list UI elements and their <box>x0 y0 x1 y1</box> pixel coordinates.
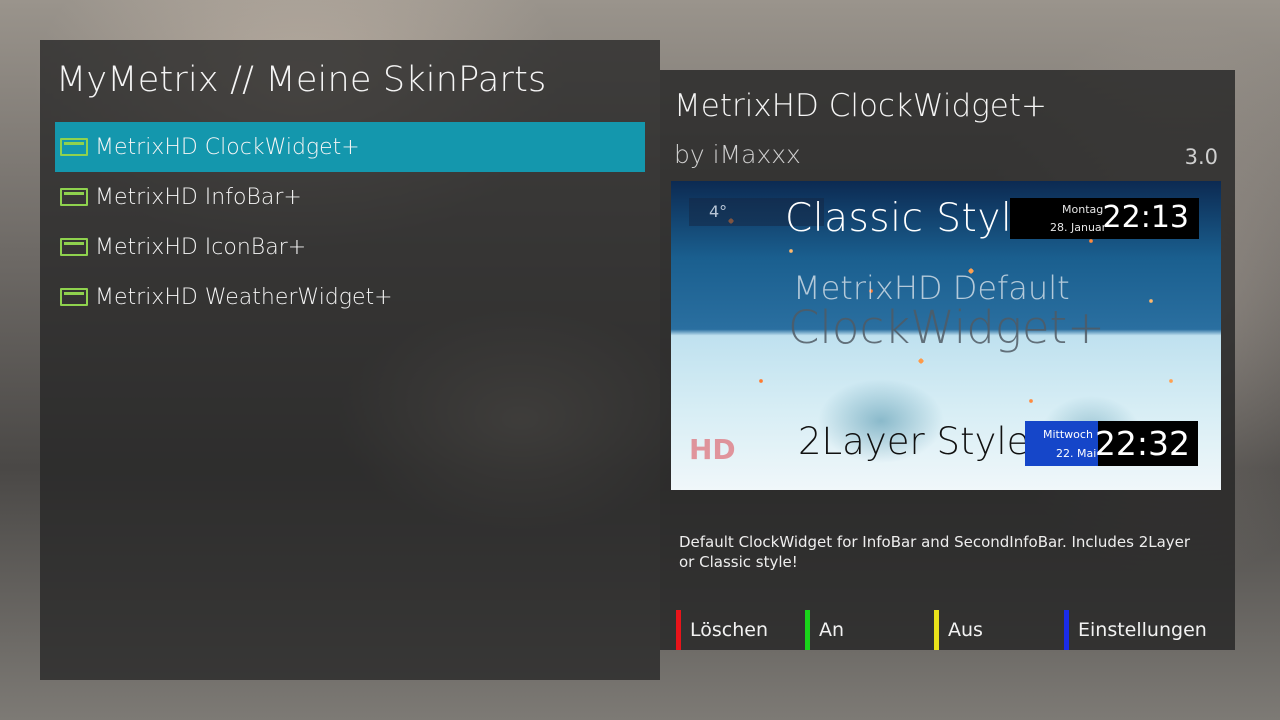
green-button-label: An <box>819 619 845 641</box>
skinparts-panel: MyMetrix // Meine SkinParts MetrixHD Clo… <box>40 40 660 680</box>
preview-classic-label: Classic Style <box>785 196 1037 241</box>
red-key-marker <box>676 610 681 650</box>
preview-classic-clock: Montag 28. Januar 22:13 <box>1010 198 1199 239</box>
list-item-clockwidget[interactable]: MetrixHD ClockWidget+ <box>55 122 645 172</box>
blue-button[interactable]: Einstellungen <box>1064 610 1207 650</box>
skinpart-detail-panel: MetrixHD ClockWidget+ by iMaxxx 3.0 4° C… <box>660 70 1235 650</box>
preview-classic-date: 28. Januar <box>1050 221 1107 234</box>
list-item-infobar[interactable]: MetrixHD InfoBar+ <box>55 172 645 222</box>
blue-button-label: Einstellungen <box>1078 619 1207 641</box>
detail-version: 3.0 <box>1184 145 1218 169</box>
preview-center-line2: ClockWidget+ <box>788 301 1105 354</box>
skinpart-window-icon <box>60 238 88 256</box>
red-button-label: Löschen <box>690 619 768 641</box>
preview-2layer-time: 22:32 <box>1094 424 1190 463</box>
skinpart-window-icon <box>60 288 88 306</box>
list-item-iconbar[interactable]: MetrixHD IconBar+ <box>55 222 645 272</box>
preview-2layer-label: 2Layer Style <box>798 420 1030 463</box>
skinparts-list: MetrixHD ClockWidget+ MetrixHD InfoBar+ … <box>55 122 645 322</box>
detail-author: by iMaxxx <box>674 140 801 169</box>
list-item-label: MetrixHD InfoBar+ <box>95 184 302 210</box>
yellow-button[interactable]: Aus <box>934 610 983 650</box>
list-item-weatherwidget[interactable]: MetrixHD WeatherWidget+ <box>55 272 645 322</box>
skinpart-window-icon <box>60 188 88 206</box>
blue-key-marker <box>1064 610 1069 650</box>
preview-2layer-clock: Mittwoch 22. Mai 22:32 <box>1025 421 1198 466</box>
yellow-button-label: Aus <box>948 619 983 641</box>
green-button[interactable]: An <box>805 610 844 650</box>
list-item-label: MetrixHD IconBar+ <box>95 234 307 260</box>
preview-classic-day: Montag <box>1062 203 1104 216</box>
preview-channel-logo: HD <box>689 433 736 466</box>
preview-classic-time: 22:13 <box>1102 200 1189 235</box>
list-item-label: MetrixHD ClockWidget+ <box>95 134 360 160</box>
page-title: MyMetrix // Meine SkinParts <box>56 60 547 100</box>
red-button[interactable]: Löschen <box>676 610 768 650</box>
list-item-label: MetrixHD WeatherWidget+ <box>95 284 393 310</box>
green-key-marker <box>805 610 810 650</box>
skinpart-window-icon <box>60 138 88 156</box>
preview-2layer-date: 22. Mai <box>1056 447 1097 460</box>
preview-2layer-day: Mittwoch <box>1043 428 1093 441</box>
color-button-bar: Löschen An Aus Einstellungen <box>676 610 1236 650</box>
yellow-key-marker <box>934 610 939 650</box>
detail-title: MetrixHD ClockWidget+ <box>674 88 1047 124</box>
detail-description: Default ClockWidget for InfoBar and Seco… <box>679 533 1191 571</box>
preview-image: 4° Classic Style Montag 28. Januar 22:13… <box>671 181 1221 490</box>
